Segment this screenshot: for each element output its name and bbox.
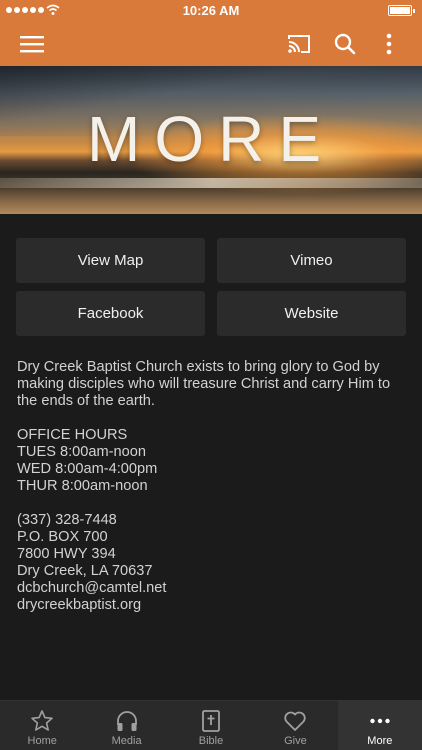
tab-media[interactable]: Media <box>84 701 168 750</box>
contact-info: (337) 328-7448 P.O. BOX 700 7800 HWY 394… <box>17 512 407 614</box>
heart-icon <box>284 711 307 731</box>
tab-home[interactable]: Home <box>0 701 84 750</box>
cast-button[interactable] <box>277 22 321 66</box>
tab-bible-label: Bible <box>198 735 224 747</box>
facebook-button[interactable]: Facebook <box>16 291 205 336</box>
menu-button[interactable] <box>10 22 54 66</box>
view-map-button[interactable]: View Map <box>16 238 205 283</box>
tab-bible[interactable]: Bible <box>169 701 253 750</box>
hours-tuesday: TUES 8:00am-noon <box>17 444 146 460</box>
star-icon <box>31 710 54 731</box>
office-hours: OFFICE HOURS TUES 8:00am-noon WED 8:00am… <box>17 427 407 495</box>
email-link[interactable]: dcbchurch@camtel.net <box>17 580 407 597</box>
search-button[interactable] <box>323 22 367 66</box>
tab-more-label: More <box>367 735 393 747</box>
battery-icon <box>388 5 415 16</box>
more-vertical-icon <box>386 33 392 55</box>
phone-link[interactable]: (337) 328-7448 <box>17 512 407 529</box>
city-address: Dry Creek, LA 70637 <box>17 563 153 579</box>
tab-give[interactable]: Give <box>253 701 337 750</box>
tab-give-label: Give <box>284 735 307 747</box>
cast-icon <box>288 35 310 53</box>
headphones-icon <box>116 711 137 731</box>
search-icon <box>334 33 356 55</box>
status-bar: 10:26 AM <box>0 0 422 22</box>
mission-statement: Dry Creek Baptist Church exists to bring… <box>17 359 391 409</box>
overflow-menu-button[interactable] <box>367 22 411 66</box>
tab-media-label: Media <box>111 735 142 747</box>
website-link[interactable]: drycreekbaptist.org <box>17 597 407 614</box>
toolbar <box>0 22 422 66</box>
hours-wednesday: WED 8:00am-4:00pm <box>17 461 158 477</box>
tab-home-label: Home <box>27 735 57 747</box>
website-button[interactable]: Website <box>217 291 406 336</box>
more-horizontal-icon <box>370 718 390 724</box>
hero-banner: MORE <box>0 66 422 214</box>
hours-thursday: THUR 8:00am-noon <box>17 478 148 494</box>
tab-more[interactable]: More <box>337 701 422 750</box>
po-box: P.O. BOX 700 <box>17 529 108 545</box>
office-hours-title: OFFICE HOURS <box>17 427 128 443</box>
hero-title: MORE <box>87 103 335 175</box>
status-time: 10:26 AM <box>182 3 240 18</box>
hero-surf <box>0 178 422 188</box>
vimeo-button[interactable]: Vimeo <box>217 238 406 283</box>
church-info: Dry Creek Baptist Church exists to bring… <box>17 359 407 631</box>
bible-icon <box>202 710 220 732</box>
menu-icon <box>20 36 44 53</box>
tab-bar: Home Media Bible Give More <box>0 700 422 750</box>
street-address: 7800 HWY 394 <box>17 546 116 562</box>
